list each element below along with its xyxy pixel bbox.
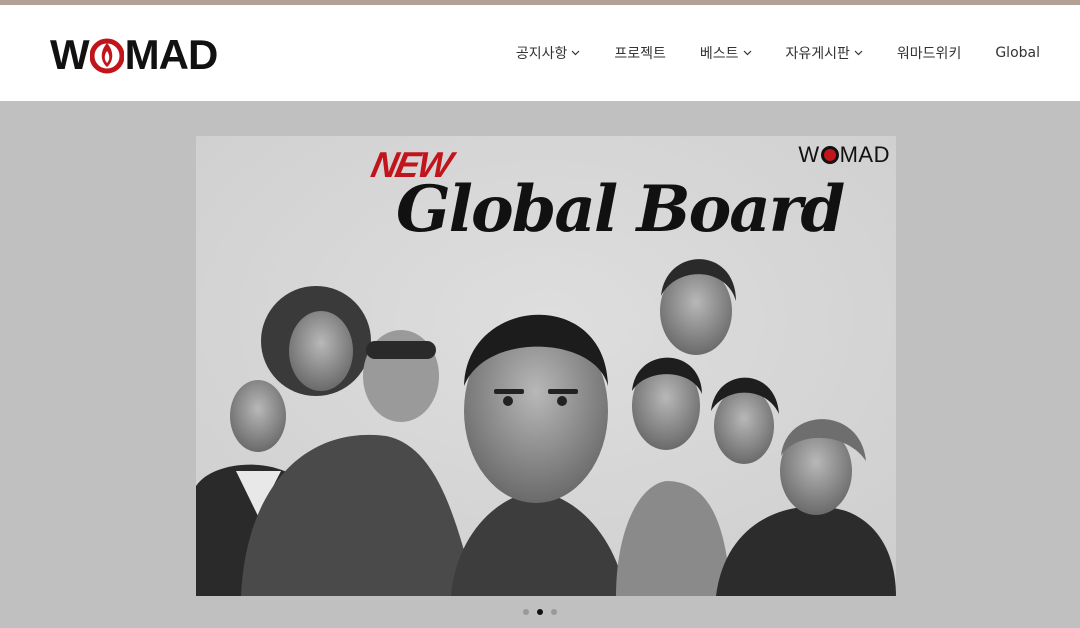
chevron-down-icon (571, 50, 580, 56)
nav-item-project[interactable]: 프로젝트 (614, 43, 666, 63)
chevron-down-icon (743, 50, 751, 56)
nav-label: 베스트 (699, 46, 739, 62)
banner-title: Global Board (396, 172, 845, 247)
slider-pagination (0, 609, 1080, 615)
nav-label: 자유게시판 (785, 46, 850, 62)
site-header: W MAD 공지사항 프로젝트 베스트 자유게시판 워마드위키 Global (0, 5, 1080, 101)
nav-item-best[interactable]: 베스트 (700, 43, 752, 63)
nav-label: 프로젝트 (614, 46, 666, 62)
slide-dot-3[interactable] (551, 609, 557, 615)
slide-banner[interactable]: NEW Global Board W MAD (196, 136, 896, 596)
nav-label: 공지사항 (515, 46, 568, 62)
nav-label: Global (995, 45, 1040, 61)
logo-dot-icon (820, 146, 839, 164)
hero-slider: NEW Global Board W MAD (0, 101, 1080, 628)
slide-dot-2[interactable] (537, 609, 543, 615)
chevron-down-icon (854, 50, 863, 56)
slide-dot-1[interactable] (523, 609, 529, 615)
nav-item-global[interactable]: Global (995, 45, 1040, 61)
nav-item-wiki[interactable]: 워마드위키 (897, 43, 961, 63)
nav-label: 워마드위키 (896, 46, 962, 62)
site-logo[interactable]: W MAD (50, 31, 218, 78)
banner-logo: W MAD (798, 142, 890, 167)
nav-item-free-board[interactable]: 자유게시판 (786, 43, 863, 63)
flame-logo-icon (89, 38, 124, 74)
nav-item-notice[interactable]: 공지사항 (516, 43, 581, 63)
main-nav: 공지사항 프로젝트 베스트 자유게시판 워마드위키 Global (516, 43, 1040, 63)
